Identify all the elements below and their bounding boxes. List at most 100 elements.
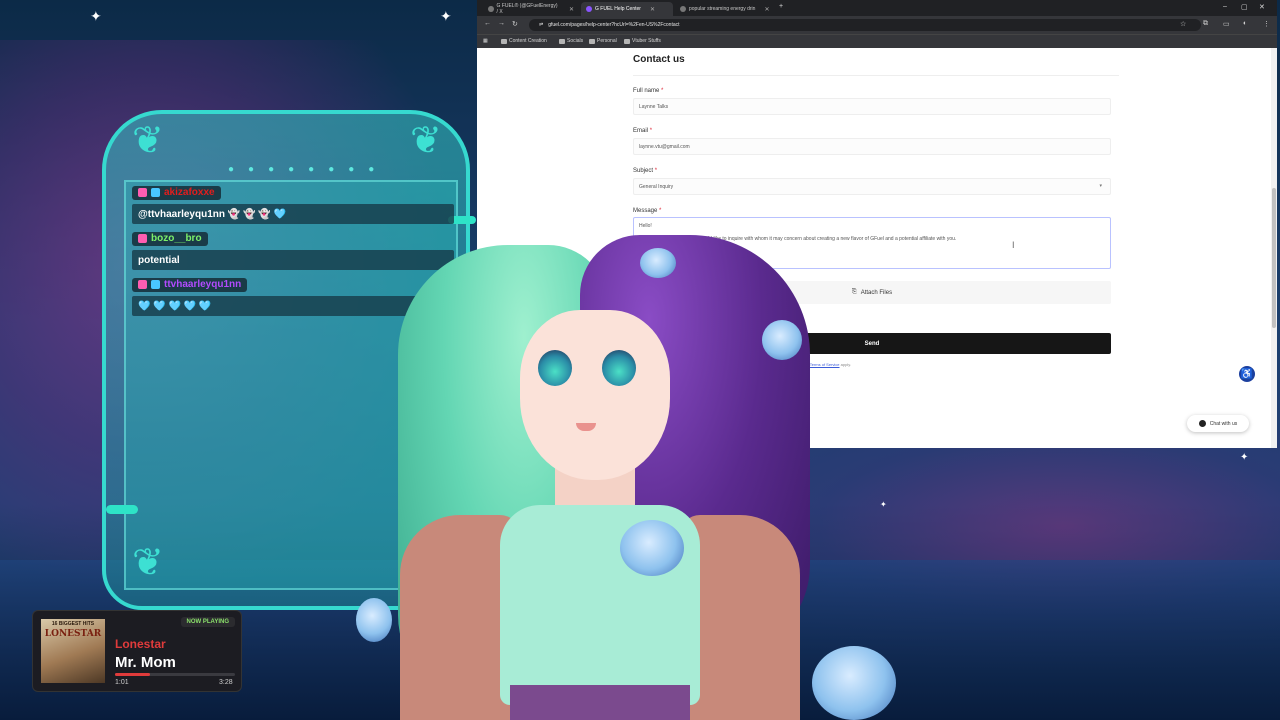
- track-duration: 3:28: [219, 679, 233, 686]
- track-progress-bar: [115, 673, 235, 676]
- avatar-eye-right: [602, 350, 636, 386]
- tab-label: popular streaming energy drin: [689, 6, 756, 12]
- required-marker: *: [654, 168, 658, 174]
- paperclip-icon: ⎘: [851, 289, 857, 295]
- bookmark-folder-content-creation[interactable]: Content Creation: [501, 38, 547, 44]
- badge-icon: [138, 280, 147, 289]
- badge-icon: [138, 234, 147, 243]
- subject-select[interactable]: General Inquiry ▾: [633, 178, 1111, 195]
- mini-sprite: [812, 646, 896, 720]
- minimize-icon[interactable]: –: [1223, 3, 1227, 10]
- bookmarks-bar: ▦ Content Creation Socials Personal Vtub…: [477, 34, 1277, 48]
- accessibility-icon[interactable]: ♿: [1239, 366, 1255, 382]
- bookmark-label: Content Creation: [509, 38, 547, 44]
- new-tab-icon[interactable]: +: [779, 3, 783, 10]
- chat-dots-decoration: ●●●●●●●●: [228, 164, 389, 175]
- ornament-icon: ❦: [132, 118, 164, 162]
- bookmark-label: Personal: [597, 38, 617, 44]
- email-field[interactable]: laynne.vtu@gmail.com: [633, 138, 1111, 155]
- bookmark-folder-socials[interactable]: Socials: [559, 38, 583, 44]
- label-text: Email: [633, 128, 649, 134]
- chat-bubble-icon: [1198, 420, 1206, 427]
- mini-sprite: [356, 598, 392, 642]
- apps-icon[interactable]: ▦: [483, 38, 488, 44]
- close-tab-icon[interactable]: ✕: [569, 6, 574, 13]
- side-panel-icon[interactable]: ▭: [1223, 20, 1230, 28]
- album-art: 16 BIGGEST HITS LONESTAR: [41, 619, 105, 683]
- sparkle-icon: ✦: [880, 500, 887, 509]
- badge-icon: [151, 188, 160, 197]
- forward-icon[interactable]: →: [498, 20, 505, 27]
- album-logo: LONESTAR: [44, 629, 102, 639]
- track-artist: Lonestar: [115, 637, 166, 651]
- folder-icon: [501, 38, 507, 44]
- badge-icon: [151, 280, 160, 289]
- profile-icon[interactable]: ◐: [1243, 20, 1247, 27]
- subject-label: Subject *: [633, 168, 657, 174]
- tab-google-search[interactable]: popular streaming energy drin ✕: [675, 2, 775, 16]
- message-label: Message *: [633, 208, 661, 214]
- close-tab-icon[interactable]: ✕: [764, 6, 769, 13]
- mini-sprite: [620, 520, 684, 576]
- page-title: Contact us: [633, 54, 685, 65]
- mini-sprite: [762, 320, 802, 360]
- bookmark-folder-personal[interactable]: Personal: [589, 38, 617, 44]
- globe-icon: [680, 6, 686, 12]
- folder-icon: [624, 38, 630, 44]
- required-marker: *: [661, 88, 664, 94]
- avatar-skirt: [510, 685, 690, 720]
- now-playing-widget: 16 BIGGEST HITS LONESTAR NOW PLAYING Lon…: [32, 610, 242, 692]
- chat-username-text: ttvhaarleyqu1nn: [164, 279, 242, 290]
- required-marker: *: [649, 128, 653, 134]
- tab-gfuel-help-center[interactable]: G FUEL Help Center ✕: [581, 2, 673, 16]
- menu-icon[interactable]: ⋮: [1263, 20, 1270, 28]
- mini-sprite: [640, 248, 676, 278]
- avatar-face: [520, 310, 670, 480]
- chat-widget-label: Chat with us: [1209, 420, 1238, 427]
- site-info-icon[interactable]: ⇌: [539, 22, 543, 28]
- chat-pill-decoration: [106, 505, 138, 514]
- email-label: Email *: [633, 128, 652, 134]
- sparkle-icon: ✦: [90, 8, 102, 24]
- track-progress-fill: [115, 673, 150, 676]
- text-cursor-icon: I: [1012, 240, 1015, 250]
- sparkle-icon: ✦: [1240, 452, 1249, 463]
- x-icon: [488, 6, 494, 12]
- chat-username: bozo__bro: [132, 231, 208, 246]
- tab-gfuel-x[interactable]: G FUEL® (@GFuelEnergy) / X ✕: [483, 2, 579, 16]
- full-name-label: Full name *: [633, 88, 663, 94]
- label-text: Message: [633, 208, 658, 214]
- track-title: Mr. Mom: [115, 654, 176, 671]
- tab-label: G FUEL® (@GFuelEnergy) / X: [496, 3, 558, 15]
- browser-toolbar: ← → ↻ ⇌ gfuel.com/pages/help-center?hcUr…: [477, 16, 1277, 34]
- extensions-icon[interactable]: ⧉: [1203, 20, 1208, 28]
- label-text: Subject: [633, 168, 654, 174]
- scrollbar-thumb[interactable]: [1272, 188, 1276, 328]
- bookmark-label: Vtuber Stuffs: [632, 38, 661, 44]
- chat-username: akizafoxxe: [132, 185, 221, 200]
- divider: [633, 75, 1119, 76]
- close-window-icon[interactable]: ✕: [1259, 3, 1265, 11]
- full-name-field[interactable]: Laynne Talks: [633, 98, 1111, 115]
- bookmark-label: Socials: [567, 38, 584, 44]
- sparkle-icon: ✦: [440, 8, 452, 24]
- tab-label: G FUEL Help Center: [595, 6, 641, 12]
- chat-with-us-button[interactable]: Chat with us: [1187, 415, 1249, 432]
- folder-icon: [559, 38, 565, 44]
- subject-value: General Inquiry: [639, 183, 674, 190]
- attach-label: Attach Files: [860, 289, 893, 296]
- chat-username-text: akizafoxxe: [164, 187, 215, 198]
- ornament-icon: ❦: [132, 540, 164, 584]
- reload-icon[interactable]: ↻: [512, 20, 518, 28]
- maximize-icon[interactable]: ▢: [1241, 3, 1248, 11]
- page-scrollbar[interactable]: [1271, 48, 1277, 448]
- back-icon[interactable]: ←: [484, 20, 491, 27]
- bookmark-star-icon[interactable]: ☆: [1180, 20, 1186, 28]
- now-playing-badge: NOW PLAYING: [180, 617, 235, 627]
- url-text: gfuel.com/pages/help-center?hcUrl=%2Fen-…: [548, 22, 680, 28]
- address-bar[interactable]: ⇌ gfuel.com/pages/help-center?hcUrl=%2Fe…: [529, 19, 1201, 31]
- bookmark-folder-vtuber-stuffs[interactable]: Vtuber Stuffs: [624, 38, 661, 44]
- chat-username: ttvhaarleyqu1nn: [132, 277, 248, 292]
- close-tab-icon[interactable]: ✕: [650, 6, 655, 13]
- required-marker: *: [659, 208, 662, 214]
